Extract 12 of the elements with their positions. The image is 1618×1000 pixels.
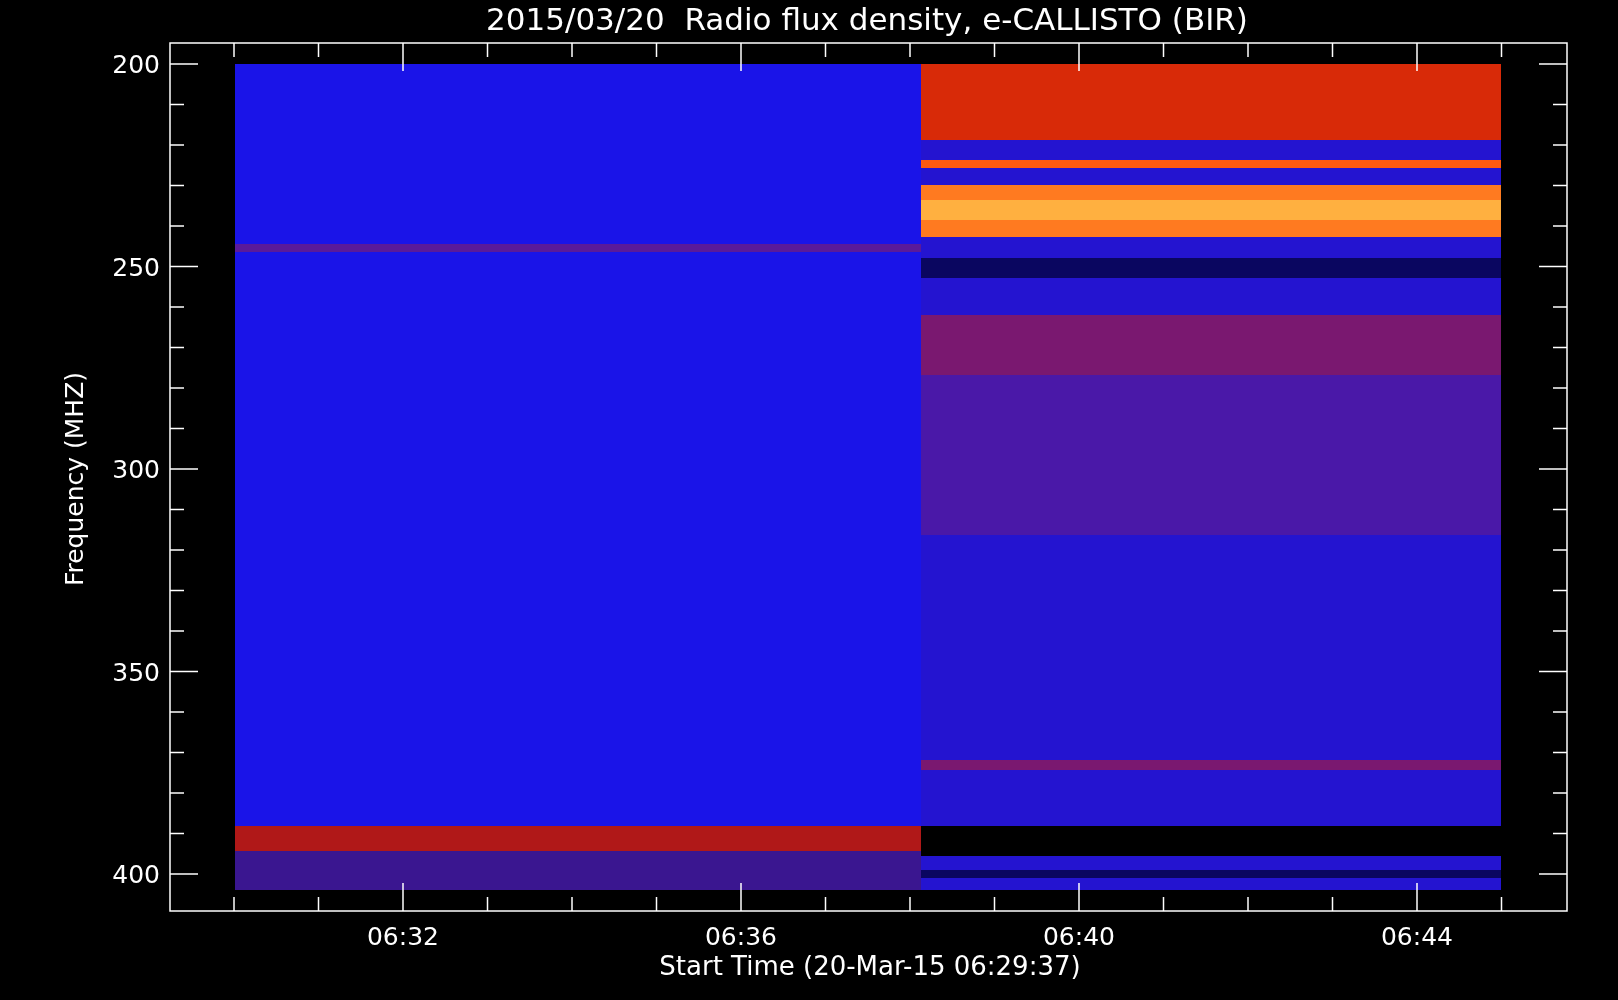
chart-title: 2015/03/20 Radio flux density, e-CALLISTO (BIR) bbox=[486, 1, 1248, 37]
y-tick-label: 250 bbox=[112, 252, 160, 282]
y-axis-label: Frequency (MHZ) bbox=[60, 371, 89, 587]
x-tick-label: 06:40 bbox=[1043, 922, 1115, 951]
x-tick-label: 06:32 bbox=[367, 922, 439, 951]
x-tick-label: 06:36 bbox=[705, 922, 777, 951]
x-tick-label: 06:44 bbox=[1381, 922, 1453, 951]
y-tick-label: 350 bbox=[112, 657, 160, 687]
y-tick-label: 400 bbox=[112, 860, 160, 889]
y-tick-label: 200 bbox=[112, 50, 160, 79]
x-axis-label: Start Time (20-Mar-15 06:29:37) bbox=[659, 951, 1081, 981]
y-tick-label: 300 bbox=[112, 455, 160, 484]
